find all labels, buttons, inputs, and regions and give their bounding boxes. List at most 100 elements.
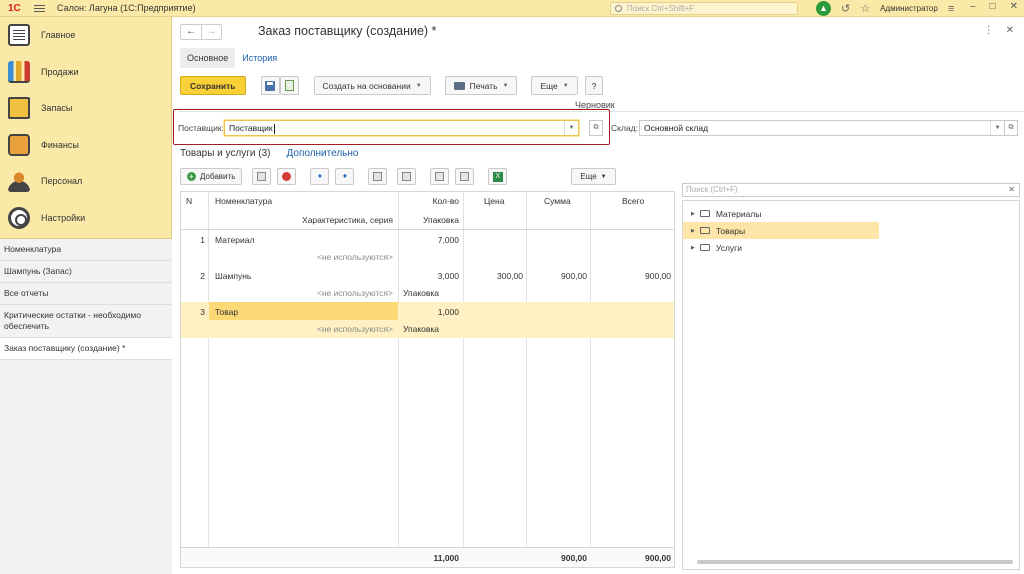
more-button[interactable]: Еще ▼ bbox=[531, 76, 578, 95]
more-actions-icon[interactable]: ⋮ bbox=[984, 25, 994, 36]
footer-sum: 900,00 bbox=[561, 553, 587, 563]
excel-import-button[interactable]: X bbox=[488, 168, 508, 185]
col-total[interactable]: Всего bbox=[622, 196, 644, 207]
search-icon bbox=[615, 5, 622, 12]
horizontal-scrollbar[interactable] bbox=[697, 560, 1013, 564]
history-item-active[interactable]: Заказ поставщику (создание) * bbox=[0, 338, 172, 360]
sidebar-item-settings[interactable]: Настройки bbox=[0, 200, 171, 237]
folder-icon bbox=[699, 244, 710, 251]
col-package[interactable]: Упаковка bbox=[399, 215, 459, 226]
tab-history[interactable]: История bbox=[235, 48, 284, 68]
col-qty[interactable]: Кол-во bbox=[399, 196, 459, 207]
history-item[interactable]: Шампунь (Запас) bbox=[0, 261, 172, 283]
col-characteristic[interactable]: Характеристика, серия bbox=[215, 215, 393, 226]
sidebar-item-stock[interactable]: Запасы bbox=[0, 90, 171, 127]
delete-row-button[interactable] bbox=[277, 168, 297, 185]
global-search-input[interactable]: Поиск Ctrl+Shift+F bbox=[610, 2, 798, 15]
table-more-button[interactable]: Еще ▼ bbox=[571, 168, 616, 185]
expand-icon[interactable]: ▶ bbox=[691, 228, 695, 234]
barcode-icon bbox=[373, 172, 383, 181]
staff-icon bbox=[8, 170, 30, 193]
back-arrow-icon[interactable]: ← bbox=[181, 25, 201, 39]
content-tabs: Товары и услуги (3) Дополнительно bbox=[180, 145, 374, 161]
history-item[interactable]: Все отчеты bbox=[0, 283, 172, 305]
save-button[interactable]: Сохранить bbox=[180, 76, 246, 95]
chevron-down-icon: ▼ bbox=[415, 82, 422, 89]
tab-main[interactable]: Основное bbox=[180, 48, 236, 68]
warehouse-field[interactable]: Основной склад ▼ bbox=[639, 120, 1005, 136]
arrow-up-icon: 🠹 bbox=[317, 170, 323, 181]
col-n[interactable]: N bbox=[186, 196, 192, 207]
arrow-down-icon: 🠻 bbox=[342, 170, 348, 181]
history-item[interactable]: Критические остатки - необходимо обеспеч… bbox=[0, 305, 172, 338]
open-windows-list: Номенклатура Шампунь (Запас) Все отчеты … bbox=[0, 238, 172, 574]
open-warehouse-icon[interactable]: ⧉ bbox=[1004, 120, 1018, 136]
col-price[interactable]: Цена bbox=[484, 196, 504, 207]
highlight-frame bbox=[173, 109, 610, 145]
journal-icon bbox=[8, 24, 30, 47]
print-button[interactable]: Печать ▼ bbox=[444, 76, 518, 95]
favorites-star-icon[interactable]: ☆ bbox=[860, 2, 870, 15]
table-header: N Номенклатура Характеристика, серия Кол… bbox=[181, 192, 674, 230]
title-bar: 1С Салон: Лагуна (1С:Предприятие) Поиск … bbox=[0, 0, 1024, 17]
command-bar: Сохранить Создать на основании ▼ Печать ▼ … bbox=[180, 76, 610, 95]
copy-row-button[interactable] bbox=[252, 168, 272, 185]
help-button[interactable]: ? bbox=[584, 76, 604, 95]
chevron-down-icon[interactable]: ▼ bbox=[990, 121, 1004, 135]
expand-icon[interactable]: ▶ bbox=[691, 211, 695, 217]
tree-item-materials[interactable]: ▶ Материалы bbox=[683, 205, 1019, 222]
close-form-icon[interactable]: ✕ bbox=[1006, 25, 1014, 36]
sidebar-item-sales[interactable]: Продажи bbox=[0, 54, 171, 91]
table-row[interactable]: 1 Материал <не используются> 7,000 bbox=[181, 230, 674, 266]
table-row-selected[interactable]: 3 Товар <не используются> 1,000 Упаковка bbox=[181, 302, 674, 338]
excel-icon: X bbox=[492, 171, 503, 182]
sidebar-item-staff[interactable]: Персонал bbox=[0, 163, 171, 200]
clear-icon[interactable]: ✕ bbox=[1008, 184, 1015, 196]
move-down-button[interactable]: 🠻 bbox=[335, 168, 355, 185]
close-icon[interactable]: ✕ bbox=[1010, 1, 1018, 12]
footer-qty: 11,000 bbox=[433, 553, 459, 563]
move-up-button[interactable]: 🠹 bbox=[310, 168, 330, 185]
write-button[interactable] bbox=[260, 76, 280, 95]
settings-menu-icon[interactable]: ≡ bbox=[948, 3, 954, 15]
tab-goods-services[interactable]: Товары и услуги (3) bbox=[180, 148, 271, 159]
paste-lines-button[interactable] bbox=[455, 168, 475, 185]
create-based-on-button[interactable]: Создать на основании ▼ bbox=[313, 76, 431, 95]
user-name[interactable]: Администратор bbox=[880, 4, 938, 13]
sidebar-item-finance[interactable]: Финансы bbox=[0, 127, 171, 164]
col-sum[interactable]: Сумма bbox=[544, 196, 571, 207]
copy-icon bbox=[257, 172, 267, 181]
tree-item-goods[interactable]: ▶ Товары bbox=[683, 222, 879, 239]
notifications-icon[interactable]: ▲ bbox=[816, 1, 831, 16]
forward-arrow-icon[interactable]: → bbox=[201, 25, 221, 39]
post-button[interactable] bbox=[279, 76, 299, 95]
minimize-icon[interactable]: – bbox=[970, 1, 976, 12]
delete-icon bbox=[282, 172, 292, 181]
table-row[interactable]: 2 Шампунь <не используются> 3,000 Упаков… bbox=[181, 266, 674, 302]
maximize-icon[interactable]: □ bbox=[990, 1, 996, 12]
sidebar-item-main[interactable]: Главное bbox=[0, 17, 171, 54]
form-tabs: Основное История bbox=[180, 48, 284, 68]
tree-search-input[interactable]: Поиск (Ctrl+F) ✕ bbox=[682, 183, 1020, 197]
app-logo: 1С bbox=[8, 2, 21, 14]
table-toolbar: + Добавить 🠹 🠻 X Еще ▼ bbox=[180, 168, 622, 185]
tree-item-services[interactable]: ▶ Услуги bbox=[683, 239, 1019, 256]
table-footer: 11,000 900,00 900,00 bbox=[181, 547, 674, 567]
col-nomenclature[interactable]: Номенклатура bbox=[215, 196, 272, 207]
sidebar: Главное Продажи Запасы Финансы Персонал … bbox=[0, 17, 172, 574]
history-item[interactable]: Номенклатура bbox=[0, 239, 172, 261]
menu-icon[interactable] bbox=[34, 4, 45, 12]
tab-additional[interactable]: Дополнительно bbox=[287, 148, 359, 159]
copy-lines-button[interactable] bbox=[430, 168, 450, 185]
add-row-button[interactable]: + Добавить bbox=[180, 168, 243, 185]
pick-button[interactable] bbox=[397, 168, 417, 185]
warehouse-label: Склад: bbox=[611, 123, 638, 133]
chevron-down-icon: ▼ bbox=[600, 173, 607, 180]
expand-icon[interactable]: ▶ bbox=[691, 245, 695, 251]
floppy-icon bbox=[265, 80, 276, 91]
history-icon[interactable]: ↺ bbox=[841, 2, 850, 15]
barcode-button[interactable] bbox=[368, 168, 388, 185]
gear-icon bbox=[8, 206, 30, 229]
chevron-down-icon: ▼ bbox=[562, 82, 569, 89]
goods-table: N Номенклатура Характеристика, серия Кол… bbox=[180, 191, 675, 568]
